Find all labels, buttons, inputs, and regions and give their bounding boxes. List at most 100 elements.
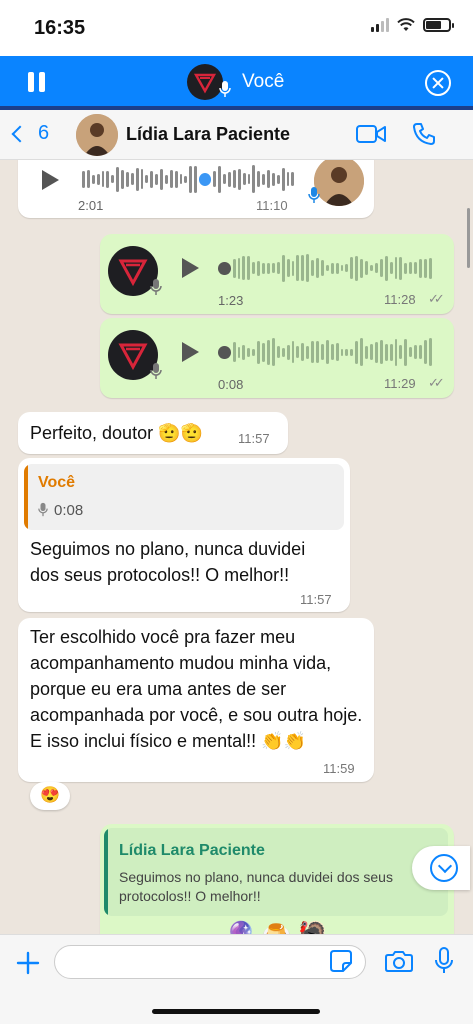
double-check-icon: ✓✓ bbox=[428, 375, 445, 390]
waveform-bar bbox=[389, 262, 393, 274]
voice-duration: 2:01 bbox=[78, 198, 104, 213]
waveform-bar bbox=[350, 348, 354, 356]
voice-waveform[interactable] bbox=[82, 164, 295, 194]
contact-name[interactable]: Lídia Lara Paciente bbox=[126, 124, 290, 145]
waveform-bar bbox=[414, 262, 418, 274]
waveform-bar bbox=[121, 169, 124, 189]
voice-duration: 0:08 bbox=[218, 377, 244, 392]
waveform-bar bbox=[242, 344, 246, 360]
waveform-bar bbox=[335, 262, 339, 274]
waveform-bar bbox=[252, 348, 256, 356]
waveform-bar bbox=[228, 171, 231, 187]
voice-waveform[interactable] bbox=[218, 253, 432, 283]
waveform-bar bbox=[111, 175, 115, 183]
play-icon[interactable] bbox=[42, 170, 59, 190]
waveform-bar bbox=[394, 257, 398, 279]
waveform-bar bbox=[101, 171, 105, 187]
text-message-incoming[interactable]: Ter escolhido você pra fazer meu acompan… bbox=[18, 618, 374, 782]
waveform-bar bbox=[150, 170, 154, 188]
close-icon[interactable] bbox=[425, 70, 451, 96]
waveform-bar bbox=[291, 260, 295, 276]
reply-message-outgoing[interactable]: Lídia Lara Paciente Seguimos no plano, n… bbox=[100, 824, 454, 934]
waveform-bar bbox=[370, 265, 373, 271]
waveform-bar bbox=[199, 172, 212, 186]
voice-message-incoming[interactable]: 2:01 11:10 bbox=[18, 160, 374, 218]
waveform-bar bbox=[286, 344, 290, 360]
waveform-bar bbox=[335, 343, 339, 361]
phone-icon[interactable] bbox=[412, 122, 436, 146]
waveform-bar bbox=[86, 170, 90, 188]
voice-playback-bar[interactable]: Você bbox=[0, 56, 473, 110]
waveform-bar bbox=[355, 255, 359, 281]
message-input[interactable] bbox=[54, 945, 366, 979]
message-time: 11:29 bbox=[384, 376, 416, 391]
waveform-bar bbox=[160, 168, 163, 190]
contact-avatar[interactable] bbox=[76, 114, 118, 156]
voice-message-outgoing[interactable]: 1:23 11:28 ✓✓ bbox=[100, 234, 454, 314]
waveform-bar bbox=[355, 340, 359, 364]
back-button[interactable]: 6 bbox=[11, 122, 49, 145]
message-emojis: 🔮🍮🦃 bbox=[226, 920, 334, 934]
mic-icon[interactable] bbox=[434, 947, 454, 975]
quote-author: Lídia Lara Paciente bbox=[119, 842, 265, 859]
chevron-down-icon bbox=[430, 854, 458, 882]
waveform-bar bbox=[155, 173, 158, 185]
waveform-bar bbox=[281, 254, 285, 282]
waveform-bar bbox=[365, 345, 368, 359]
pause-icon[interactable] bbox=[28, 72, 45, 92]
waveform-bar bbox=[135, 167, 139, 191]
waveform-bar bbox=[374, 263, 378, 273]
reply-message-incoming[interactable]: Você 0:08 Seguimos no plano, nunca duvid… bbox=[18, 458, 350, 612]
waveform-bar bbox=[301, 255, 305, 281]
message-time: 11:57 bbox=[238, 431, 270, 446]
waveform-bar bbox=[281, 167, 285, 191]
sticker-icon[interactable] bbox=[330, 950, 352, 972]
waveform-bar bbox=[125, 171, 129, 187]
video-call-icon[interactable] bbox=[356, 124, 386, 144]
waveform-bar bbox=[247, 347, 251, 357]
waveform-bar bbox=[218, 261, 231, 275]
waveform-bar bbox=[140, 169, 144, 189]
play-icon[interactable] bbox=[182, 342, 199, 362]
waveform-bar bbox=[360, 258, 364, 278]
waveform-bar bbox=[370, 344, 373, 360]
waveform-bar bbox=[242, 256, 246, 280]
waveform-bar bbox=[345, 348, 349, 356]
waveform-bar bbox=[82, 170, 85, 188]
quoted-message[interactable]: Você 0:08 bbox=[24, 464, 344, 530]
waveform-bar bbox=[428, 338, 432, 366]
scrollbar[interactable] bbox=[467, 208, 470, 268]
waveform-bar bbox=[423, 258, 427, 278]
waveform-bar bbox=[409, 262, 413, 274]
play-icon[interactable] bbox=[182, 258, 199, 278]
waveform-bar bbox=[174, 170, 178, 188]
message-list[interactable]: 2:01 11:10 1:23 11:28 ✓✓ 0:08 11:29 ✓✓ P… bbox=[0, 160, 473, 934]
voice-waveform[interactable] bbox=[218, 337, 432, 367]
waveform-bar bbox=[306, 254, 310, 282]
message-text: Ter escolhido você pra fazer meu acompan… bbox=[30, 627, 363, 751]
waveform-bar bbox=[404, 338, 408, 366]
plus-icon[interactable] bbox=[16, 951, 40, 975]
waveform-bar bbox=[320, 344, 324, 360]
waveform-bar bbox=[399, 345, 403, 359]
waveform-bar bbox=[106, 170, 110, 188]
waveform-bar bbox=[419, 258, 422, 278]
sender-avatar bbox=[314, 160, 364, 206]
scroll-to-bottom-button[interactable] bbox=[412, 846, 470, 890]
waveform-bar bbox=[194, 165, 197, 193]
message-reaction[interactable]: 😍 bbox=[30, 782, 70, 810]
quoted-message[interactable]: Lídia Lara Paciente Seguimos no plano, n… bbox=[104, 828, 448, 916]
waveform-bar bbox=[257, 340, 261, 364]
waveform-bar bbox=[218, 345, 231, 359]
waveform-bar bbox=[164, 174, 168, 184]
text-message-incoming[interactable]: Perfeito, doutor 🫡🫡 11:57 bbox=[18, 412, 288, 454]
waveform-bar bbox=[399, 256, 403, 280]
voice-message-outgoing[interactable]: 0:08 11:29 ✓✓ bbox=[100, 318, 454, 398]
waveform-bar bbox=[345, 264, 349, 272]
camera-icon[interactable] bbox=[385, 949, 413, 973]
waveform-bar bbox=[340, 348, 344, 356]
quote-author: Você bbox=[38, 474, 76, 491]
quote-accent-bar bbox=[104, 828, 108, 916]
waveform-bar bbox=[237, 168, 241, 190]
cellular-signal-icon bbox=[371, 18, 389, 32]
